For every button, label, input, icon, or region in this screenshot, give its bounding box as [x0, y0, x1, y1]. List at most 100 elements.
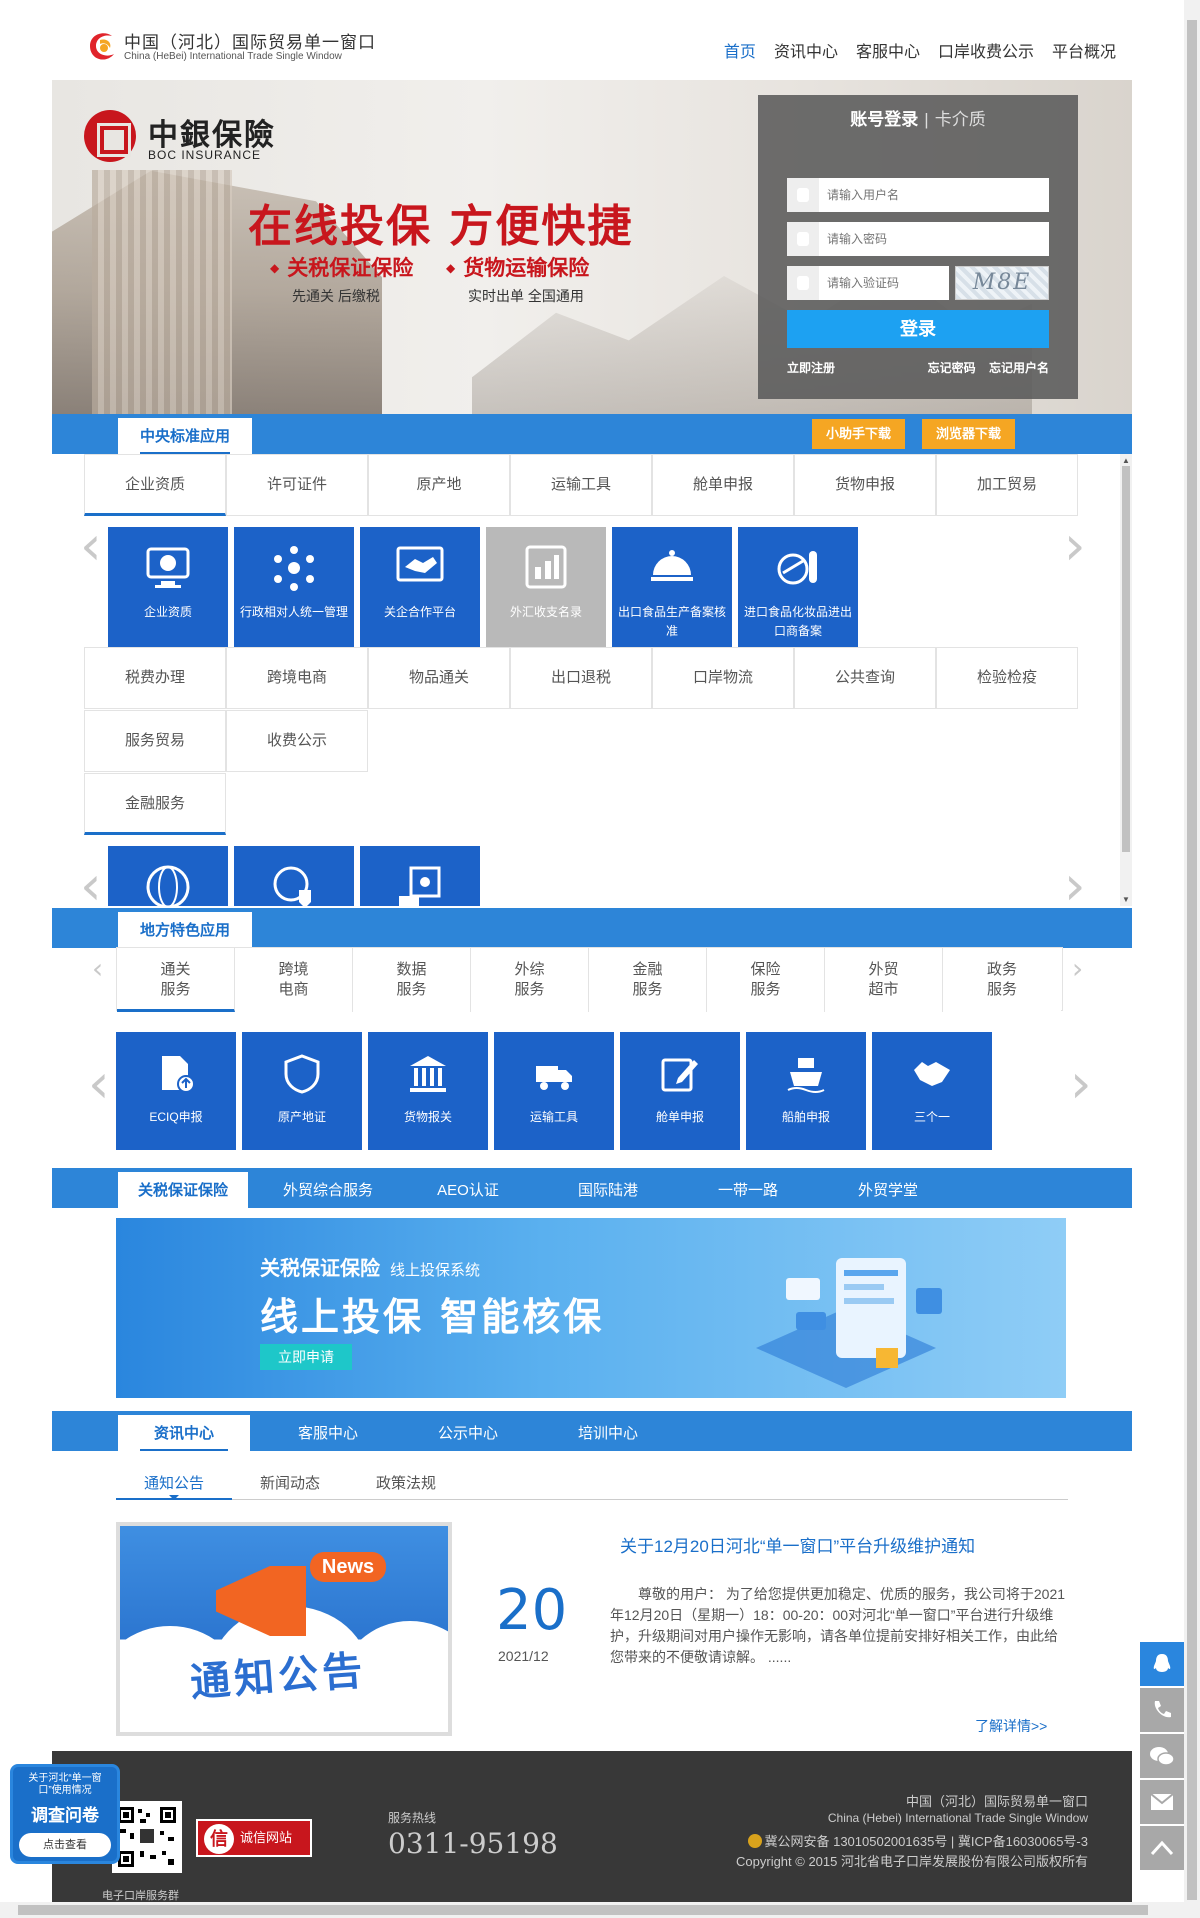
- chevron-left-icon[interactable]: ‹: [88, 1052, 110, 1115]
- tile-forex-directory[interactable]: 外汇收支名录: [486, 527, 606, 647]
- nav-home[interactable]: 首页: [724, 38, 756, 62]
- tab-aeo[interactable]: AEO认证: [398, 1172, 538, 1208]
- tile-export-food-filing[interactable]: 出口食品生产备案核准: [612, 527, 732, 647]
- back-to-top-icon[interactable]: [1140, 1826, 1184, 1870]
- tab-insurance-service[interactable]: 保险 服务: [707, 948, 825, 1012]
- qq-icon[interactable]: [1140, 1642, 1184, 1686]
- tile-transport-tools[interactable]: 运输工具: [494, 1032, 614, 1150]
- footer-icp-text[interactable]: 冀公网安备 13010502001635号 | 冀ICP备16030065号-3: [764, 1834, 1088, 1849]
- subtab-news[interactable]: 新闻动态: [232, 1470, 348, 1500]
- chevron-right-icon[interactable]: ›: [1072, 952, 1083, 985]
- page-horizontal-scrollbar[interactable]: [0, 1902, 1184, 1918]
- tab-origin[interactable]: 原产地: [368, 454, 510, 516]
- forgot-password-link[interactable]: 忘记密码: [928, 361, 976, 375]
- phone-icon[interactable]: [1140, 1688, 1184, 1732]
- tile-finance-2[interactable]: [234, 846, 354, 906]
- nav-news[interactable]: 资讯中心: [774, 38, 838, 62]
- tab-financial-services[interactable]: 金融服务: [84, 773, 226, 835]
- captcha-field[interactable]: [787, 266, 949, 300]
- chevron-left-icon[interactable]: ‹: [92, 952, 103, 985]
- tab-foreign-trade-comprehensive[interactable]: 外综 服务: [471, 948, 589, 1012]
- nav-about[interactable]: 平台概况: [1052, 38, 1116, 62]
- username-input[interactable]: [827, 178, 1037, 212]
- nav-service[interactable]: 客服中心: [856, 38, 920, 62]
- page-scroll-thumb[interactable]: [1187, 20, 1197, 1900]
- tile-manifest[interactable]: 舱单申报: [620, 1032, 740, 1150]
- page-hscroll-thumb[interactable]: [18, 1905, 1148, 1915]
- tab-cross-border[interactable]: 跨境 电商: [235, 948, 353, 1012]
- tab-card-login[interactable]: 卡介质: [935, 110, 986, 129]
- tab-account-login[interactable]: 账号登录: [850, 110, 918, 129]
- news-title-link[interactable]: 关于12月20日河北“单一窗口”平台升级维护通知: [620, 1532, 975, 1557]
- chevron-right-icon[interactable]: ›: [1070, 1052, 1092, 1115]
- tab-customs-service[interactable]: 通关 服务: [117, 948, 235, 1012]
- scroll-thumb[interactable]: [1122, 466, 1130, 852]
- subtab-announcements[interactable]: 通知公告: [116, 1470, 232, 1500]
- tab-service-center[interactable]: 客服中心: [258, 1415, 398, 1451]
- assistant-download-button[interactable]: 小助手下载: [812, 419, 906, 449]
- chevron-left-icon[interactable]: ‹: [80, 514, 102, 577]
- tile-customs-cooperation[interactable]: 关企合作平台: [360, 527, 480, 647]
- tab-service-trade[interactable]: 服务贸易: [84, 710, 226, 772]
- tile-goods-customs[interactable]: 货物报关: [368, 1032, 488, 1150]
- tab-export-rebate[interactable]: 出口退税: [510, 647, 652, 709]
- password-field[interactable]: [787, 222, 1049, 256]
- tab-permits[interactable]: 许可证件: [226, 454, 368, 516]
- tile-import-cosmetics-filing[interactable]: 进口食品化妆品进出口商备案: [738, 527, 858, 647]
- tile-enterprise-qualification[interactable]: 企业资质: [108, 527, 228, 647]
- tab-tax-fees[interactable]: 税费办理: [84, 647, 226, 709]
- page-vertical-scrollbar[interactable]: [1184, 0, 1200, 1918]
- tab-notice-center[interactable]: 公示中心: [398, 1415, 538, 1451]
- tab-port-logistics[interactable]: 口岸物流: [652, 647, 794, 709]
- tab-inland-port[interactable]: 国际陆港: [538, 1172, 678, 1208]
- scroll-down-arrow[interactable]: ▼: [1122, 895, 1130, 904]
- read-more-link[interactable]: 了解详情>>: [975, 1716, 1047, 1736]
- tab-news-center[interactable]: 资讯中心: [118, 1415, 251, 1451]
- tab-manifest[interactable]: 舱单申报: [652, 454, 794, 516]
- password-input[interactable]: [827, 222, 1037, 256]
- tab-fee-disclosure[interactable]: 收费公示: [226, 710, 368, 772]
- tab-finance-service[interactable]: 金融 服务: [589, 948, 707, 1012]
- tab-trade-supermarket[interactable]: 外贸 超市: [825, 948, 943, 1012]
- chevron-left-icon[interactable]: ‹: [80, 854, 102, 906]
- tile-finance-3[interactable]: [360, 846, 480, 906]
- username-field[interactable]: [787, 178, 1049, 212]
- tab-cross-border-ecommerce[interactable]: 跨境电商: [226, 647, 368, 709]
- tile-ship-declaration[interactable]: 船舶申报: [746, 1032, 866, 1150]
- subtab-policies[interactable]: 政策法规: [348, 1470, 464, 1500]
- register-link[interactable]: 立即注册: [787, 361, 835, 375]
- tab-enterprise-qualification[interactable]: 企业资质: [84, 454, 226, 516]
- wechat-icon[interactable]: [1140, 1734, 1184, 1778]
- forgot-username-link[interactable]: 忘记用户名: [989, 361, 1049, 375]
- login-button[interactable]: 登录: [787, 310, 1049, 348]
- tab-belt-road[interactable]: 一带一路: [678, 1172, 818, 1208]
- tile-finance-1[interactable]: [108, 846, 228, 906]
- panel-scrollbar[interactable]: ▲ ▼: [1120, 454, 1132, 906]
- survey-view-button[interactable]: 点击查看: [19, 1833, 111, 1857]
- captcha-image[interactable]: M8E: [955, 266, 1049, 300]
- tab-trade-school[interactable]: 外贸学堂: [818, 1172, 958, 1208]
- tab-article-clearance[interactable]: 物品通关: [368, 647, 510, 709]
- tab-public-query[interactable]: 公共查询: [794, 647, 936, 709]
- mail-icon[interactable]: [1140, 1780, 1184, 1824]
- nav-fees[interactable]: 口岸收费公示: [938, 38, 1034, 62]
- site-logo[interactable]: 中国（河北）国际贸易单一窗口 China (HeBei) Internation…: [84, 26, 384, 68]
- apply-now-button[interactable]: 立即申请: [260, 1344, 352, 1370]
- announcement-image[interactable]: News 通知公告: [116, 1522, 452, 1736]
- survey-widget[interactable]: 关于河北“单一窗口”使用情况 调查问卷 点击查看: [10, 1764, 120, 1864]
- tile-eciq[interactable]: ECIQ申报: [116, 1032, 236, 1150]
- scroll-up-arrow[interactable]: ▲: [1122, 456, 1130, 465]
- browser-download-button[interactable]: 浏览器下载: [922, 419, 1016, 449]
- tab-trade-comprehensive[interactable]: 外贸综合服务: [258, 1172, 398, 1208]
- tab-goods-declaration[interactable]: 货物申报: [794, 454, 936, 516]
- tile-admin-management[interactable]: 行政相对人统一管理: [234, 527, 354, 647]
- tab-bonded-insurance[interactable]: 关税保证保险: [118, 1172, 249, 1208]
- tile-origin-cert[interactable]: 原产地证: [242, 1032, 362, 1150]
- tab-processing-trade[interactable]: 加工贸易: [936, 454, 1078, 516]
- captcha-input[interactable]: [827, 266, 943, 300]
- tab-central-apps[interactable]: 中央标准应用: [118, 418, 253, 454]
- bonded-promo-banner[interactable]: 关税保证保险 线上投保系统 线上投保 智能核保 立即申请: [116, 1218, 1066, 1398]
- tab-inspection-quarantine[interactable]: 检验检疫: [936, 647, 1078, 709]
- chevron-right-icon[interactable]: ›: [1064, 514, 1086, 577]
- tab-transport[interactable]: 运输工具: [510, 454, 652, 516]
